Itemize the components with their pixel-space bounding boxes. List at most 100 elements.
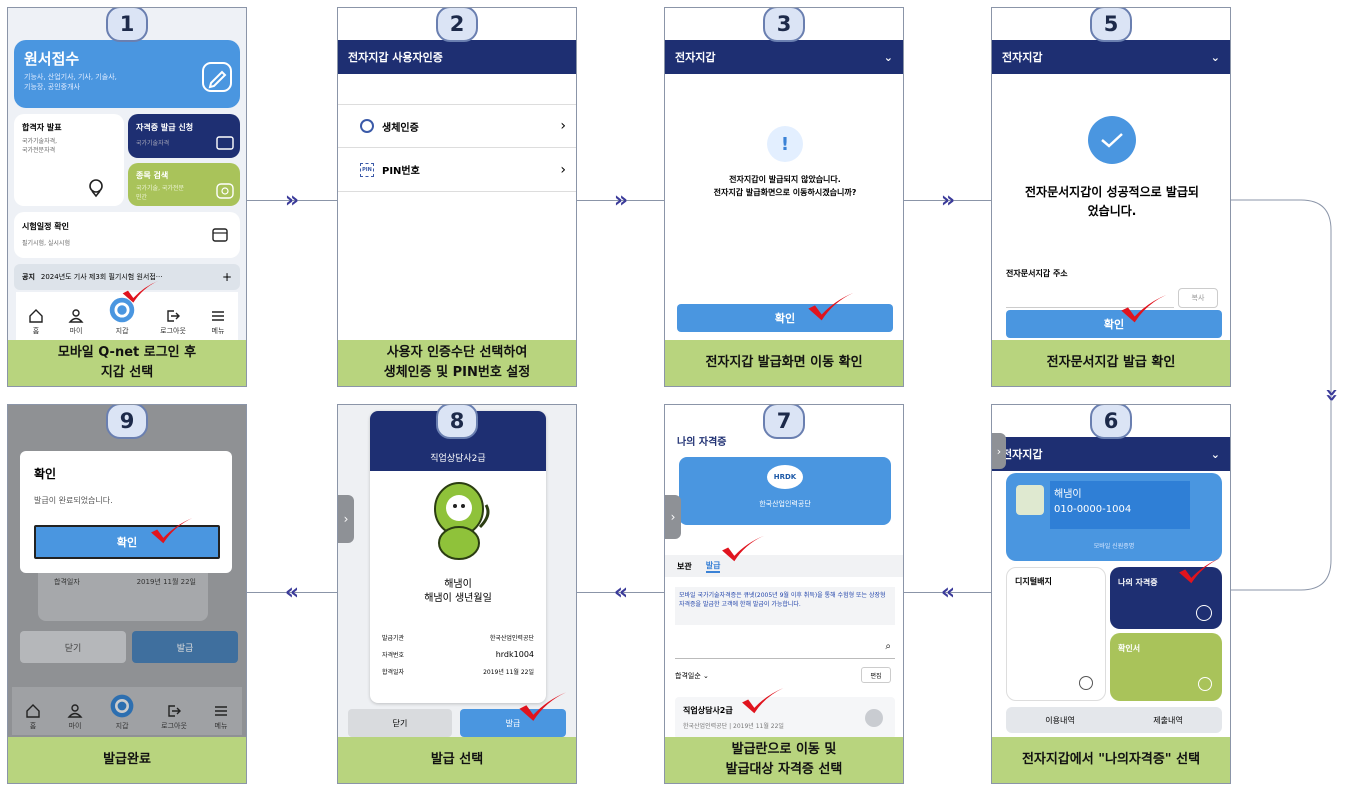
identity-card[interactable]: 해냄이 010-0000-1004 모바일 신원증명	[1006, 473, 1222, 561]
nav-logout[interactable]: 로그아웃	[160, 308, 186, 336]
checkmark-icon	[1118, 292, 1168, 326]
step-7-panel: 나의 자격증 7 HRDK 한국산업인력공단 › 보관 발급 모바일 국가기술자…	[664, 404, 904, 784]
step-caption: 발급완료	[8, 737, 246, 783]
chevron-down-icon[interactable]: ⌄	[1211, 51, 1220, 64]
cert-apply-card[interactable]: 자격증 발급 신청 국가기술자격	[128, 114, 240, 158]
step-caption: 전자지갑 발급화면 이동 확인	[665, 340, 903, 386]
step-badge: 2	[436, 8, 478, 42]
chevron-down-icon[interactable]: ⌄	[1211, 448, 1220, 461]
identity-phone: 010-0000-1004	[1054, 504, 1132, 515]
tab-keep[interactable]: 보관	[677, 561, 692, 572]
schedule-title: 시험일정 확인	[22, 222, 69, 231]
nav-home[interactable]: 홈	[25, 703, 41, 731]
issue-button[interactable]: 발급	[132, 631, 238, 663]
step-5-panel: 전자지갑 ⌄ 5 전자문서지갑이 성공적으로 발급되 었습니다. 전자문서지갑 주…	[991, 7, 1231, 387]
info-notice: 모바일 국가기술자격증은 큐넷(2005년 9월 이후 취득)을 통해 수험형 …	[675, 587, 895, 625]
tab-usage[interactable]: 이용내역	[1045, 715, 1074, 726]
detail-row: 자격번호 hrdk1004	[382, 650, 534, 659]
nav-menu[interactable]: 메뉴	[210, 308, 226, 336]
close-button[interactable]: 닫기	[348, 709, 452, 737]
bio-auth-row[interactable]: 생체인증 ›	[338, 104, 576, 148]
digital-badge-card[interactable]: 디지털배지	[1006, 567, 1106, 701]
result-card[interactable]: 합격자 발표 국가기술자격, 국가전문자격	[14, 114, 124, 206]
detail-row: 합격일자 2019년 11월 22일	[382, 667, 534, 676]
double-arrow-down-icon: »	[1319, 387, 1345, 403]
nav-home[interactable]: 홈	[28, 308, 44, 336]
detail-value: 한국산업인력공단	[489, 635, 534, 642]
step-badge: 9	[106, 405, 148, 439]
confirm-button[interactable]: 확인	[677, 304, 893, 332]
side-tab[interactable]: ›	[992, 433, 1006, 469]
success-message: 전자문서지갑이 성공적으로 발급되 었습니다.	[1025, 185, 1199, 218]
schedule-sub: 필기시험, 실시시험	[22, 240, 70, 247]
double-arrow-right-icon: »	[940, 187, 956, 213]
doc-icon	[1198, 677, 1212, 691]
chevron-right-icon: ›	[560, 118, 566, 134]
search-card[interactable]: 종목 검색 국가기술, 국가전문 민간	[128, 163, 240, 206]
tab-submit[interactable]: 제출내역	[1153, 715, 1182, 726]
confirm-doc-card[interactable]: 확인서	[1110, 633, 1222, 701]
nav-logout[interactable]: 로그아웃	[161, 703, 187, 731]
double-arrow-left-icon: «	[284, 579, 300, 605]
sort-dropdown[interactable]: 합격일순 ⌄	[675, 671, 709, 681]
home-icon	[29, 309, 43, 323]
header-title: 전자지갑	[1002, 448, 1043, 461]
search-icon: ⌕	[885, 641, 891, 652]
step-caption: 모바일 Q-net 로그인 후 지갑 선택	[8, 340, 246, 386]
chevron-down-icon[interactable]: ⌄	[884, 51, 893, 64]
edit-button[interactable]: 편집	[861, 667, 891, 683]
org-card[interactable]: HRDK 한국산업인력공단	[679, 457, 891, 525]
home-icon	[26, 704, 40, 718]
side-tab[interactable]: ›	[665, 495, 681, 539]
pin-row[interactable]: PIN PIN번호 ›	[338, 148, 576, 192]
nav-menu[interactable]: 메뉴	[213, 703, 229, 731]
nav-label: 마이	[69, 327, 83, 335]
detail-key: 발급기관	[382, 635, 405, 642]
nav-label: 메뉴	[214, 722, 228, 730]
confirm-button[interactable]: 확인	[1006, 310, 1222, 338]
bio-auth-label: 생체인증	[382, 122, 419, 134]
checkmark-icon	[148, 515, 194, 547]
checkmark-icon	[719, 533, 765, 565]
screen-header: 전자지갑 ⌄	[992, 437, 1230, 471]
nav-label: 로그아웃	[161, 722, 187, 730]
step-caption: 전자문서지갑 발급 확인	[992, 340, 1230, 386]
step-badge: 5	[1090, 8, 1132, 42]
nav-label: 로그아웃	[160, 327, 186, 335]
search-input[interactable]: ⌕	[675, 637, 895, 659]
detail-value: 2019년 11월 22일	[483, 669, 534, 676]
item-title: 직업상담사2급	[683, 706, 733, 715]
identity-info: 해냄이 010-0000-1004	[1050, 481, 1190, 529]
cert-list-item[interactable]: 직업상담사2급 한국산업인력공단 | 2019년 11월 22일	[675, 697, 895, 739]
checkmark-icon	[805, 290, 855, 324]
app-card[interactable]: 원서접수 기능사, 산업기사, 기사, 기술사, 기능장, 공인중개사	[14, 40, 240, 108]
close-button[interactable]: 닫기	[20, 631, 126, 663]
schedule-card[interactable]: 시험일정 확인 필기시험, 실시시험	[14, 212, 240, 258]
detail-key: 자격번호	[382, 652, 405, 659]
double-arrow-right-icon: »	[284, 187, 300, 213]
nav-my[interactable]: 마이	[67, 703, 83, 731]
cert-details: 발급기관 한국산업인력공단 자격번호 hrdk1004 합격일자 2019년 11월 …	[382, 633, 534, 676]
nav-label: 홈	[32, 327, 40, 335]
sort-label: 합격일순	[675, 672, 701, 680]
step-badge: 1	[106, 8, 148, 42]
step-6-panel: 전자지갑 ⌄ 6 › 해냄이 010-0000-1004 모바일 신원증명 디지털…	[991, 404, 1231, 784]
detail-row: 발급기관 한국산업인력공단	[382, 633, 534, 642]
menu-icon	[214, 706, 227, 716]
completion-dialog: 확인 발급이 완료되었습니다. 확인	[20, 451, 232, 573]
detail-value: hrdk1004	[495, 650, 534, 659]
nav-label: 마이	[68, 722, 82, 730]
nav-wallet[interactable]: 지갑	[109, 693, 135, 731]
menu-icon	[211, 311, 224, 321]
item-sub: 한국산업인력공단 | 2019년 11월 22일	[683, 723, 784, 730]
nav-label: 홈	[29, 722, 37, 730]
hrdk-logo: HRDK	[767, 465, 803, 489]
nav-my[interactable]: 마이	[68, 308, 84, 336]
cert-apply-sub: 국가기술자격	[136, 140, 170, 147]
alert-icon: !	[767, 126, 803, 162]
step-badge: 3	[763, 8, 805, 42]
person-icon	[1196, 605, 1212, 621]
nav-label: 지갑	[115, 327, 129, 335]
side-tab[interactable]: ›	[338, 495, 354, 543]
copy-button[interactable]: 복사	[1178, 288, 1218, 308]
